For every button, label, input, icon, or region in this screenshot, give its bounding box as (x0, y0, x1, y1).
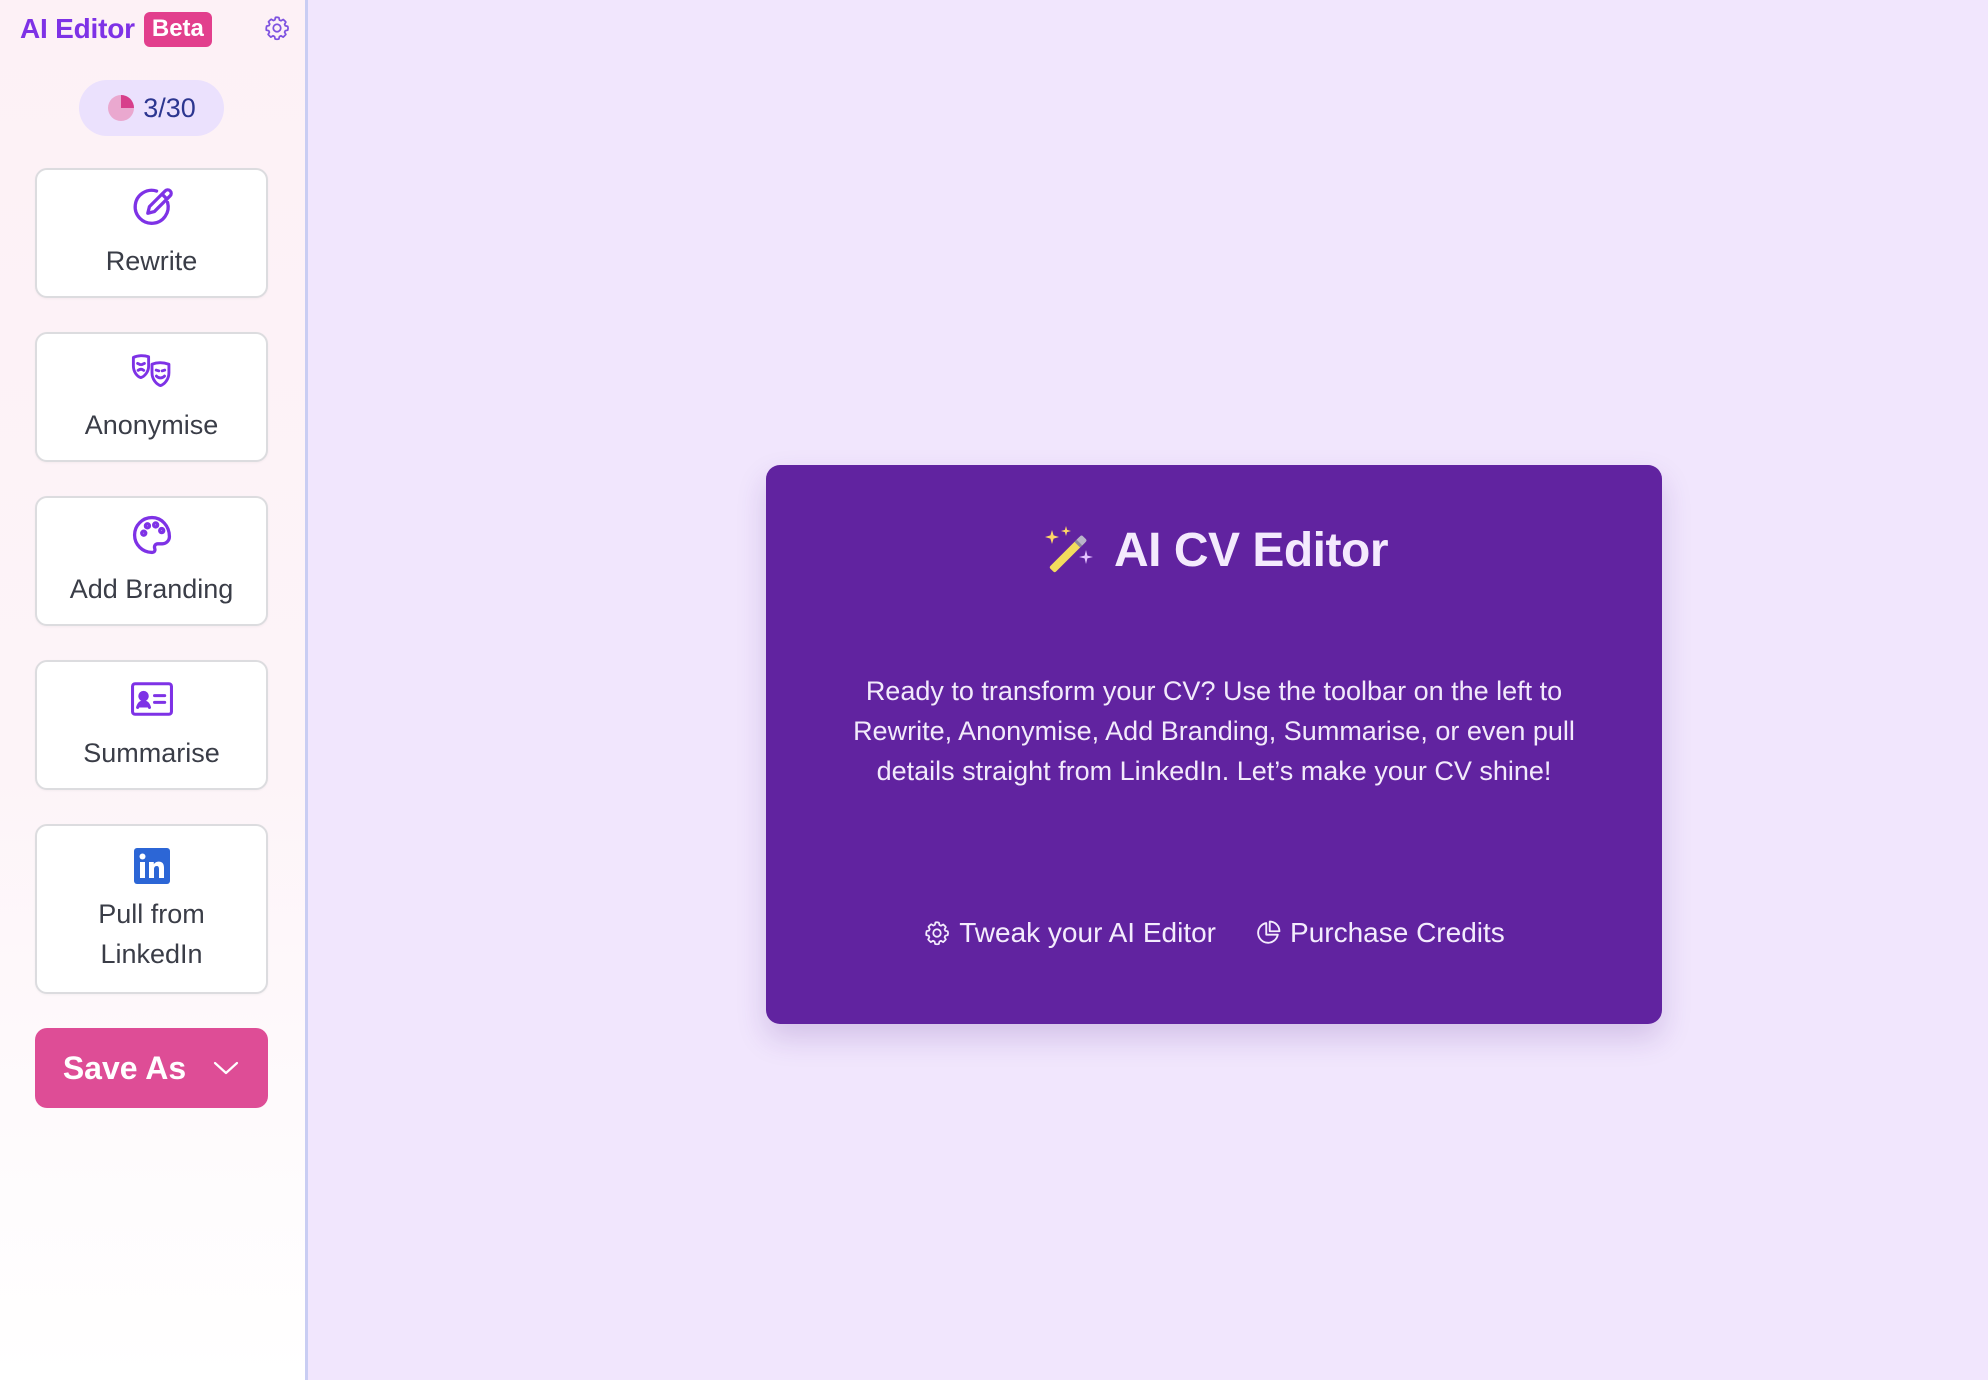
pie-chart-icon (108, 95, 135, 121)
magic-wand-icon (1044, 525, 1093, 572)
add-branding-label: Add Branding (69, 574, 234, 604)
masks-icon (131, 354, 170, 387)
save-as-label: Save As (62, 1049, 187, 1086)
purchase-credits-label: Purchase Credits (1290, 917, 1505, 948)
rewrite-label: Rewrite (105, 246, 198, 276)
tweak-ai-editor-label: Tweak your AI Editor (959, 917, 1217, 948)
welcome-card: AI CV Editor Ready to transform your CV?… (766, 465, 1662, 1024)
gear-icon (265, 16, 289, 41)
purchase-credits-link[interactable]: Purchase Credits (1254, 917, 1505, 949)
pencil-icon (133, 188, 173, 225)
credits-count: 3/30 (143, 92, 196, 123)
anonymise-button[interactable]: Anonymise (35, 332, 268, 462)
card-title: AI CV Editor (1113, 524, 1389, 577)
save-as-button[interactable]: Save As (35, 1028, 268, 1108)
app-root: AI Editor Beta 3/30 Rewrite Anonymise Ad… (0, 0, 1988, 1380)
chevron-down-icon (214, 1061, 239, 1075)
pie-chart-icon (1257, 920, 1281, 944)
settings-button[interactable] (262, 13, 292, 43)
anonymise-label: Anonymise (84, 410, 219, 440)
pull-from-linkedin-label: Pull from LinkedIn (98, 899, 205, 969)
sidebar: AI Editor Beta 3/30 Rewrite Anonymise Ad… (0, 0, 308, 1380)
linkedin-icon (133, 848, 170, 884)
summarise-button[interactable]: Summarise (35, 660, 268, 790)
card-actions: Tweak your AI Editor Purchase Credits (766, 917, 1662, 949)
rewrite-button[interactable]: Rewrite (35, 168, 268, 298)
brand-title: AI Editor (20, 13, 135, 44)
id-card-icon (130, 682, 173, 716)
summarise-label: Summarise (83, 738, 220, 768)
card-heading: AI CV Editor (766, 523, 1662, 578)
gear-icon (925, 921, 950, 946)
tweak-ai-editor-link[interactable]: Tweak your AI Editor (923, 917, 1216, 949)
card-description: Ready to transform your CV? Use the tool… (853, 676, 1575, 786)
add-branding-button[interactable]: Add Branding (35, 496, 268, 626)
credits-indicator[interactable]: 3/30 (79, 80, 224, 136)
pull-from-linkedin-button[interactable]: Pull from LinkedIn (35, 824, 268, 994)
brand: AI Editor Beta (20, 10, 212, 48)
beta-badge: Beta (143, 11, 212, 47)
palette-icon (132, 515, 171, 555)
